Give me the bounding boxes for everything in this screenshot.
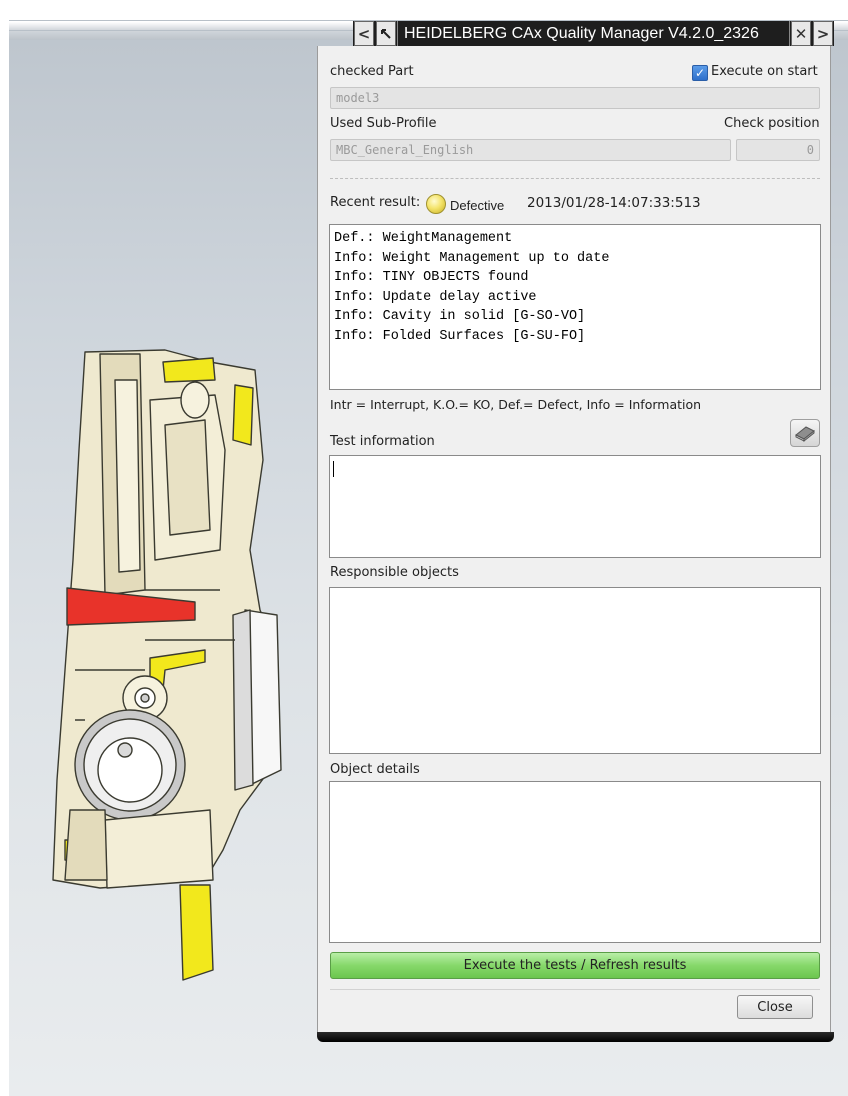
recent-result-label: Recent result: (330, 195, 421, 210)
cad-model[interactable] (45, 340, 285, 1020)
divider (330, 989, 820, 990)
test-information-field[interactable] (329, 455, 821, 558)
object-details-list[interactable] (329, 781, 821, 943)
object-details-label: Object details (330, 762, 420, 777)
list-item[interactable]: Info: Folded Surfaces [G-SU-FO] (334, 327, 816, 347)
chevron-right-icon: > (816, 24, 830, 43)
check-position-label: Check position (724, 116, 820, 131)
book-icon (795, 426, 815, 443)
status-indicator-icon (426, 194, 446, 214)
text-caret (333, 461, 334, 477)
close-button[interactable]: Close (737, 995, 813, 1019)
sub-profile-label: Used Sub-Profile (330, 116, 437, 131)
list-item[interactable]: Def.: WeightManagement (334, 229, 816, 249)
check-position-field: 0 (736, 139, 820, 161)
chevron-left-icon: < (357, 24, 371, 43)
results-list[interactable]: Def.: WeightManagement Info: Weight Mana… (329, 224, 821, 390)
nav-next-button[interactable]: > (813, 21, 833, 46)
execute-on-start-checkbox[interactable]: ✓ (692, 65, 708, 81)
checked-part-label: checked Part (330, 64, 414, 79)
execute-on-start-label[interactable]: Execute on start (711, 64, 818, 79)
test-information-label: Test information (330, 434, 435, 449)
nav-prev-button[interactable]: < (354, 21, 374, 46)
legend-text: Intr = Interrupt, K.O.= KO, Def.= Defect… (330, 397, 702, 412)
pin-button[interactable] (376, 21, 396, 46)
list-item[interactable]: Info: Update delay active (334, 288, 816, 308)
result-timestamp: 2013/01/28-14:07:33:513 (527, 195, 701, 211)
dialog-close-button[interactable]: ✕ (791, 21, 811, 46)
list-item[interactable]: Info: TINY OBJECTS found (334, 268, 816, 288)
checkmark-icon: ✓ (694, 66, 706, 80)
pin-icon (381, 28, 391, 39)
close-icon: ✕ (794, 24, 808, 43)
dialog-titlebar[interactable]: < HEIDELBERG CAx Quality Manager V4.2.0_… (353, 21, 834, 46)
list-item[interactable]: Info: Cavity in solid [G-SO-VO] (334, 307, 816, 327)
status-text: Defective (450, 198, 505, 213)
help-button[interactable] (790, 419, 820, 447)
responsible-objects-list[interactable] (329, 587, 821, 754)
responsible-objects-label: Responsible objects (330, 565, 459, 580)
execute-tests-button[interactable]: Execute the tests / Refresh results (330, 952, 820, 979)
checked-part-field: model3 (330, 87, 820, 109)
dialog-bottom-edge (317, 1032, 834, 1042)
sub-profile-field: MBC_General_English (330, 139, 731, 161)
divider (330, 178, 820, 179)
list-item[interactable]: Info: Weight Management up to date (334, 249, 816, 269)
dialog-title: HEIDELBERG CAx Quality Manager V4.2.0_23… (397, 21, 790, 46)
